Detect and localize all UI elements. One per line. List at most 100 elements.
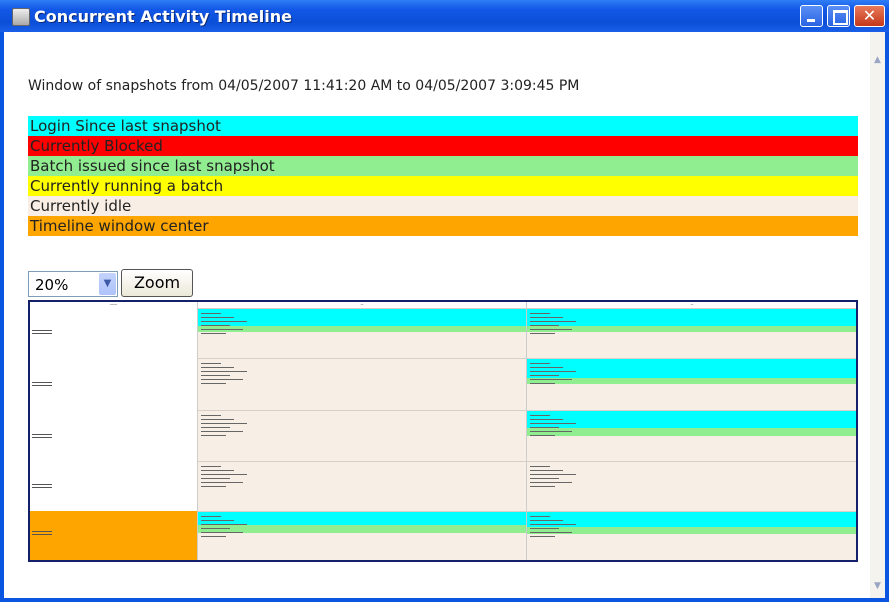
- cell-text-line: [530, 317, 563, 318]
- cell-text-line: [201, 379, 243, 380]
- cell-text-line: [530, 375, 559, 376]
- cell-text-line: [530, 423, 576, 424]
- cell-text-line: [530, 313, 550, 314]
- cell-text-line: [530, 427, 559, 428]
- main-content: Window of snapshots from 04/05/2007 11:4…: [4, 32, 870, 598]
- cell-text-line: [530, 482, 572, 483]
- cell-text-line: [530, 466, 550, 467]
- activity-timeline[interactable]: ━━━━━━ ━━ ━━: [28, 300, 858, 562]
- cell-text-line: [201, 470, 234, 471]
- legend-item-blocked: Currently Blocked: [28, 136, 858, 156]
- cell-text-line: [530, 478, 559, 479]
- row-label: [32, 434, 52, 440]
- minimize-icon: [801, 6, 822, 26]
- column-header: ━━: [690, 304, 694, 306]
- cell-text-line: [530, 325, 559, 326]
- cell-text-line: [201, 317, 234, 318]
- cell-text-line: [201, 367, 234, 368]
- cell-text-line: [530, 536, 555, 537]
- row-label: [32, 382, 52, 388]
- cell-text-line: [530, 435, 555, 436]
- timeline-cell: [527, 461, 856, 511]
- cell-text-line: [201, 528, 230, 529]
- cell-text-line: [201, 532, 243, 533]
- legend-item-login: Login Since last snapshot: [28, 116, 858, 136]
- cell-text-line: [530, 520, 563, 521]
- cell-text-line: [201, 363, 221, 364]
- cell-text-line: [201, 524, 247, 525]
- vertical-scrollbar[interactable]: ▲ ▼: [870, 32, 885, 598]
- zoom-select[interactable]: 20% ▼: [28, 271, 118, 297]
- cell-text-line: [530, 371, 576, 372]
- timeline-cell: [527, 410, 856, 461]
- chevron-down-icon[interactable]: ▼: [99, 273, 116, 295]
- timeline-cell: [198, 410, 526, 461]
- cell-text-line: [201, 427, 230, 428]
- minimize-button[interactable]: [800, 5, 823, 27]
- scroll-up-icon[interactable]: ▲: [870, 52, 885, 68]
- cell-text-line: [530, 321, 576, 322]
- cell-text-line: [530, 516, 550, 517]
- column-header: ━━━━━━: [109, 304, 118, 306]
- cell-text-line: [201, 423, 247, 424]
- close-button[interactable]: ✕: [854, 5, 885, 27]
- timeline-column: ━━: [197, 302, 526, 560]
- cell-text-line: [530, 329, 572, 330]
- zoom-value: 20%: [35, 276, 69, 294]
- maximize-button[interactable]: [827, 5, 850, 27]
- cell-text-line: [201, 415, 221, 416]
- scroll-down-icon[interactable]: ▼: [870, 578, 885, 594]
- cell-text-line: [530, 367, 563, 368]
- cell-text-line: [201, 371, 247, 372]
- close-icon: ✕: [862, 6, 877, 25]
- cell-text-line: [530, 415, 550, 416]
- row-label: [32, 531, 52, 537]
- timeline-cell: [198, 511, 526, 560]
- timeline-cell: [198, 308, 526, 358]
- cell-text-line: [530, 431, 572, 432]
- zoom-button[interactable]: Zoom: [121, 269, 193, 297]
- cell-text-line: [530, 379, 572, 380]
- app-icon: [12, 8, 30, 26]
- column-header: ━━: [360, 304, 364, 306]
- window-center-cell: [30, 511, 197, 560]
- timeline-cell: [527, 511, 856, 560]
- cell-text-line: [530, 524, 576, 525]
- app-window: Concurrent Activity Timeline ✕ Window of…: [0, 0, 889, 602]
- cell-text-line: [201, 321, 247, 322]
- row-label: [32, 484, 52, 490]
- legend-item-running: Currently running a batch: [28, 176, 858, 196]
- cell-text-line: [201, 486, 226, 487]
- cell-text-line: [201, 419, 234, 420]
- maximize-icon: [828, 6, 849, 26]
- snapshot-window-text: Window of snapshots from 04/05/2007 11:4…: [28, 78, 580, 94]
- cell-text-line: [201, 474, 247, 475]
- timeline-column: ━━: [526, 302, 856, 560]
- timeline-cell: [527, 308, 856, 358]
- legend-item-window-center: Timeline window center: [28, 216, 858, 236]
- cell-text-line: [201, 313, 221, 314]
- title-bar[interactable]: Concurrent Activity Timeline ✕: [0, 0, 889, 32]
- cell-text-line: [201, 536, 226, 537]
- cell-text-line: [201, 466, 221, 467]
- cell-text-line: [201, 375, 230, 376]
- timeline-cell: [198, 461, 526, 511]
- cell-text-line: [201, 333, 226, 334]
- cell-text-line: [201, 520, 234, 521]
- cell-text-line: [201, 325, 230, 326]
- cell-text-line: [530, 532, 572, 533]
- cell-text-line: [530, 486, 555, 487]
- cell-text-line: [201, 431, 243, 432]
- cell-text-line: [530, 333, 555, 334]
- timeline-column: ━━━━━━: [30, 302, 197, 560]
- cell-text-line: [201, 482, 243, 483]
- cell-text-line: [530, 383, 555, 384]
- cell-text-line: [530, 474, 576, 475]
- cell-text-line: [530, 470, 563, 471]
- timeline-cell: [527, 358, 856, 410]
- row-label: [32, 330, 52, 336]
- cell-text-line: [201, 516, 221, 517]
- cell-text-line: [530, 528, 559, 529]
- cell-text-line: [201, 478, 230, 479]
- legend-item-batch-issued: Batch issued since last snapshot: [28, 156, 858, 176]
